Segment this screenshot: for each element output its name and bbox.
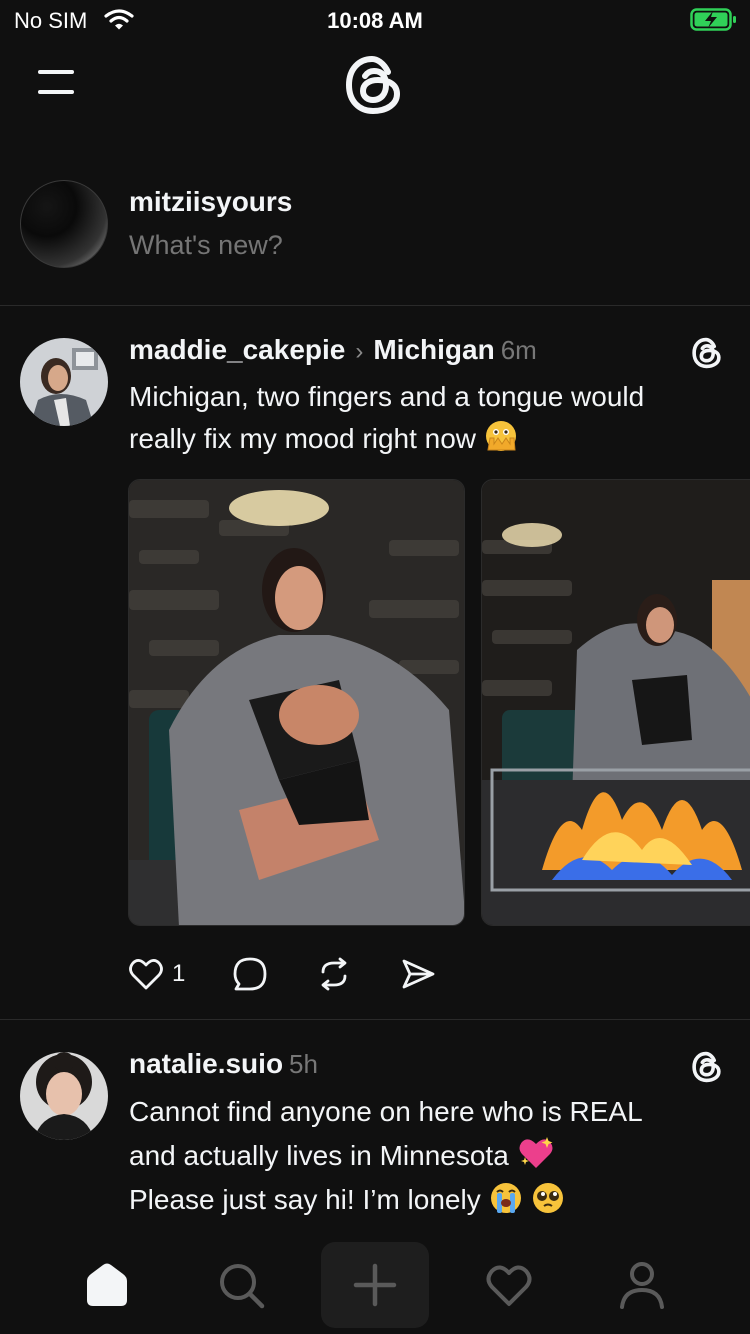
share-send-icon[interactable] xyxy=(400,956,436,997)
composer-username: mitziisyours xyxy=(129,186,293,217)
post-topic[interactable]: Michigan xyxy=(373,334,494,365)
like-heart-icon[interactable] xyxy=(128,956,164,997)
post-image[interactable] xyxy=(481,479,750,926)
post-text-line: Michigan, two fingers and a tongue would xyxy=(129,381,645,412)
post-time: 6m xyxy=(500,335,537,365)
new-thread-button[interactable] xyxy=(321,1242,429,1328)
post-text-line: Please just say hi! I’m lonely xyxy=(129,1184,481,1215)
post-text-line: really fix my mood right now xyxy=(129,423,477,454)
profile-icon[interactable] xyxy=(618,1260,666,1315)
clock: 10:08 AM xyxy=(327,8,423,33)
composer-input[interactable] xyxy=(129,230,529,261)
pleading-face-emoji xyxy=(531,1181,565,1215)
post-text[interactable]: Michigan, two fingers and a tongue would… xyxy=(129,376,729,460)
threads-logo-icon xyxy=(690,336,724,375)
like-count: 1 xyxy=(172,960,186,987)
repost-icon[interactable] xyxy=(316,956,352,997)
avatar[interactable] xyxy=(20,338,108,426)
post-text-line: Cannot find anyone on here who is REAL xyxy=(129,1096,643,1127)
battery-charging-icon xyxy=(690,8,738,37)
post-header: natalie.suio 5h xyxy=(129,1048,318,1080)
post-username[interactable]: natalie.suio xyxy=(129,1048,283,1079)
thread-post[interactable]: maddie_cakepie › Michigan 6m Michigan, two … xyxy=(0,306,750,1020)
post-text[interactable]: Cannot find anyone on here who is REAL a… xyxy=(129,1090,729,1222)
comment-icon[interactable] xyxy=(232,956,268,997)
post-time: 5h xyxy=(289,1049,318,1079)
plus-icon xyxy=(353,1263,397,1307)
post-header: maddie_cakepie › Michigan 6m xyxy=(129,334,537,366)
thread-post[interactable]: natalie.suio 5h Cannot find anyone on her… xyxy=(0,1020,750,1240)
post-text-line: and actually lives in Minnesota xyxy=(129,1140,509,1171)
chevron-right-icon: › xyxy=(355,338,364,365)
avatar[interactable] xyxy=(20,1052,108,1140)
activity-heart-icon[interactable] xyxy=(485,1262,533,1313)
sparkling-heart-emoji xyxy=(517,1135,553,1169)
threads-logo-icon xyxy=(690,1050,724,1089)
post-image[interactable] xyxy=(128,479,465,926)
status-bar: No SIM 10:08 AM xyxy=(0,0,750,42)
bottom-tab-bar xyxy=(0,1238,750,1334)
search-icon[interactable] xyxy=(218,1262,266,1315)
new-thread-composer[interactable]: mitziisyours xyxy=(0,168,750,306)
avatar[interactable] xyxy=(20,180,108,268)
hamburger-menu-icon[interactable] xyxy=(38,70,74,98)
loudly-crying-face-emoji xyxy=(489,1181,523,1215)
post-username[interactable]: maddie_cakepie xyxy=(129,334,345,365)
face-with-open-eyes-and-hand-over-mouth-emoji xyxy=(484,420,518,454)
home-icon[interactable] xyxy=(84,1262,130,1313)
threads-logo-icon[interactable] xyxy=(341,52,407,123)
